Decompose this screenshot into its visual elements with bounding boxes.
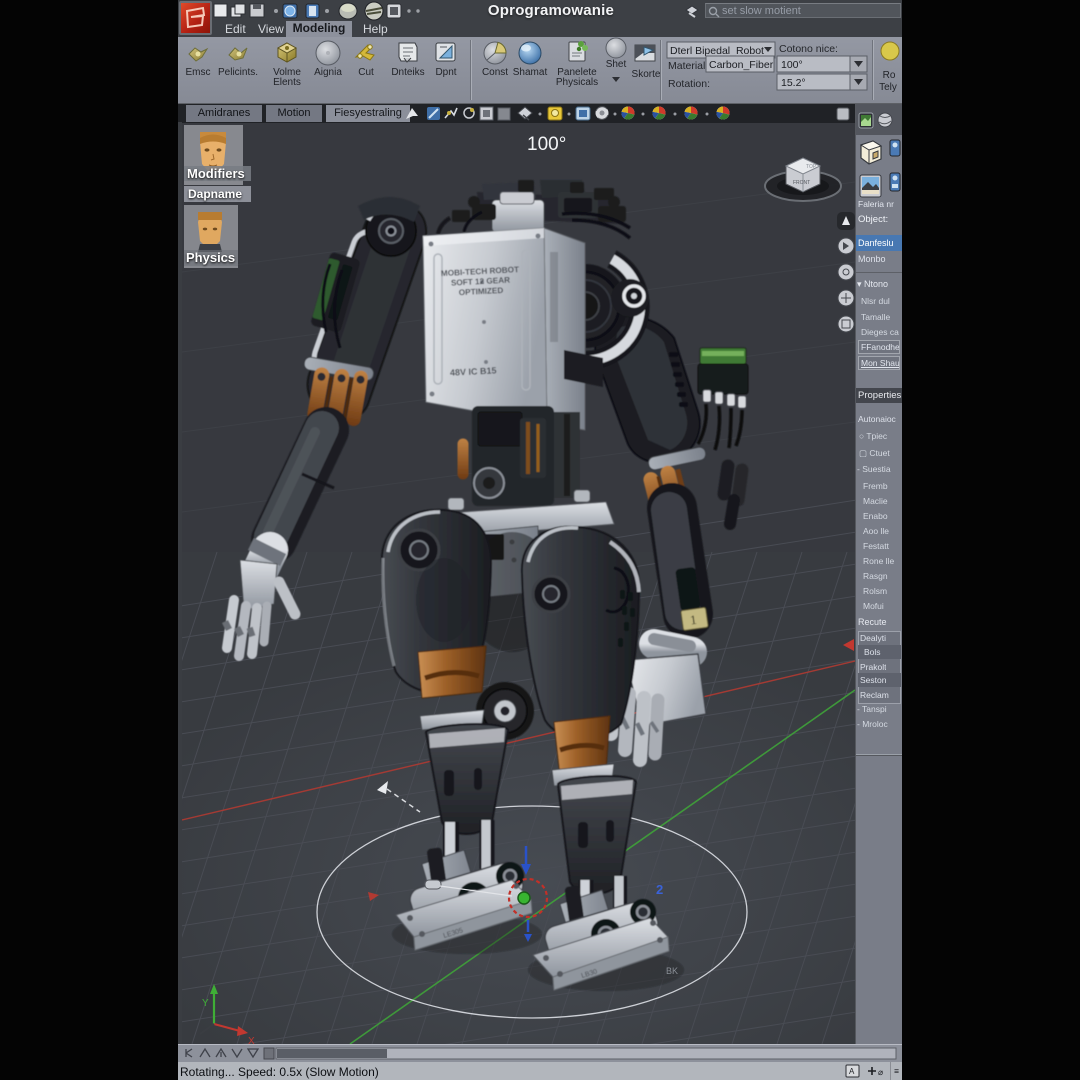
svg-text:Pelicints.: Pelicints. xyxy=(218,67,258,78)
svg-text:Shamat: Shamat xyxy=(513,67,548,78)
svg-text:A: A xyxy=(849,1067,855,1076)
svg-text:FRONT: FRONT xyxy=(793,180,810,186)
svg-text:100°: 100° xyxy=(527,134,566,155)
svg-text:Tely: Tely xyxy=(879,82,897,93)
svg-text:≡: ≡ xyxy=(894,1067,899,1077)
svg-text:Cut: Cut xyxy=(358,67,374,78)
svg-text:TOP: TOP xyxy=(806,164,817,170)
svg-text:Const: Const xyxy=(482,67,508,78)
svg-text:Ro: Ro xyxy=(883,70,896,81)
svg-text:Emsc: Emsc xyxy=(186,67,211,78)
svg-text:BK: BK xyxy=(666,966,678,976)
svg-text:Elents: Elents xyxy=(273,77,301,88)
svg-text:Physicals: Physicals xyxy=(556,77,598,88)
svg-text:Y: Y xyxy=(202,998,209,1009)
svg-text:Aignia: Aignia xyxy=(314,67,342,78)
svg-text:Rotation:: Rotation: xyxy=(668,78,710,90)
svg-text:Material: Material xyxy=(668,60,705,72)
svg-text:100°: 100° xyxy=(781,59,803,71)
svg-text:X: X xyxy=(248,1036,255,1044)
svg-text:2: 2 xyxy=(656,882,663,897)
svg-text:Carbon_Fiber: Carbon_Fiber xyxy=(709,59,774,71)
svg-text:Dpnt: Dpnt xyxy=(435,67,456,78)
svg-text:Dnteiks: Dnteiks xyxy=(391,67,424,78)
svg-text:⌀: ⌀ xyxy=(878,1067,884,1077)
svg-text:Skorte: Skorte xyxy=(632,69,661,80)
svg-text:Cotono nice:: Cotono nice: xyxy=(779,43,838,55)
svg-text:15.2°: 15.2° xyxy=(781,77,806,89)
svg-text:Dterl Bipedal_Robot: Dterl Bipedal_Robot xyxy=(670,45,764,57)
svg-text:Shet: Shet xyxy=(606,59,627,70)
